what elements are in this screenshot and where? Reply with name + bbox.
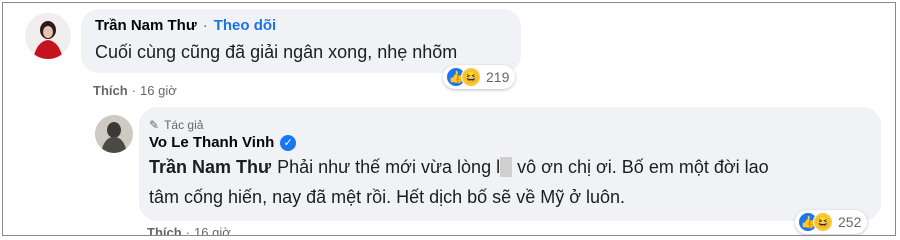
reply-time[interactable]: 16 giờ [194,225,231,235]
haha-icon: 😆 [461,67,481,87]
comment-bubble: Trần Nam Thư · Theo dõi Cuối cùng cũng đã … [81,9,521,73]
separator-dot: · [131,83,137,98]
author-badge: ✎ Tác giả [149,116,203,134]
reply-text-line-2: tâm cống hiến, nay đã mệt rồi. Hết dịch … [149,187,626,207]
author-badge-label: Tác giả [164,118,204,132]
comment-text: Cuối cùng cũng đã giải ngân xong, nhẹ nh… [95,42,458,62]
reply-text-part: vô ơn chị ơi. Bố em một đời lao [517,157,769,177]
reaction-count: 252 [838,214,862,230]
mention-link[interactable]: Trần Nam Thư [149,157,271,177]
reaction-count: 219 [486,69,510,85]
reply-text-part: Phải như thế mới vừa lòng l [277,157,501,177]
reply-bubble: ✎ Tác giả Vo Le Thanh Vinh ✓ Trần Nam Thư P… [139,107,881,221]
avatar-tran-nam-thu[interactable] [25,13,71,59]
separator-dot: · [202,17,208,34]
verified-badge-icon: ✓ [280,134,297,151]
reply-header: Vo Le Thanh Vinh ✓ [149,134,297,152]
reaction-summary[interactable]: 👍 😆 252 [795,210,868,234]
comment-author[interactable]: Trần Nam Thư [95,17,197,34]
reply-actions: Thích · 16 giờ [147,225,231,236]
screenshot-frame: Trần Nam Thư · Theo dõi Cuối cùng cũng đã … [2,2,896,236]
avatar-vo-le-thanh-vinh[interactable] [95,115,133,153]
reaction-summary[interactable]: 👍 😆 219 [443,65,516,89]
reply-text-line-1: Trần Nam Thư Phải như thế mới vừa lòng lư… [149,157,769,178]
follow-link[interactable]: Theo dõi [214,17,277,34]
haha-icon: 😆 [813,212,833,232]
redacted-text: ư [500,157,513,177]
avatar-image [25,13,71,59]
like-button[interactable]: Thích [147,225,182,235]
pencil-icon: ✎ [149,118,160,132]
comment-actions: Thích · 16 giờ [93,83,177,98]
reply-author[interactable]: Vo Le Thanh Vinh [149,134,274,151]
comment-time[interactable]: 16 giờ [140,83,177,98]
avatar-image [95,115,133,153]
like-button[interactable]: Thích [93,83,128,98]
comment-header: Trần Nam Thư · Theo dõi [95,17,276,35]
separator-dot: · [185,225,191,236]
